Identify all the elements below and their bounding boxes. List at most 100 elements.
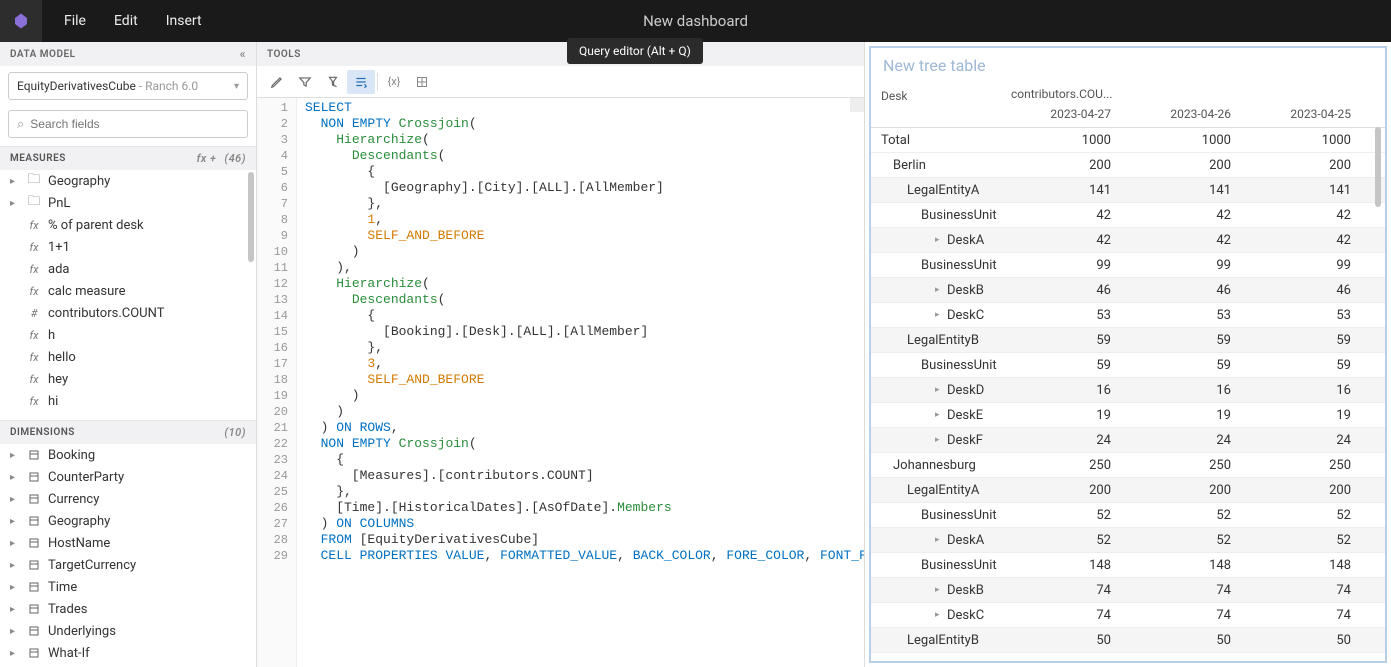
filter2-tool-icon[interactable] [319, 70, 347, 94]
fx-icon: fx [26, 373, 42, 386]
caret-icon: ▸ [10, 176, 20, 187]
caret-icon: ▸ [10, 626, 20, 637]
pivot-row[interactable]: ▸DeskA525252 [871, 528, 1385, 553]
pivot-row[interactable]: BusinessUnit525252 [871, 503, 1385, 528]
measure-item[interactable]: fxhello [0, 346, 256, 368]
pivot-row[interactable]: Berlin200200200 [871, 153, 1385, 178]
pivot-header: Desk contributors.COU... 2023-04-272023-… [871, 83, 1385, 128]
pivot-row[interactable]: ▸DeskF242424 [871, 428, 1385, 453]
cell-value: 52 [1121, 533, 1241, 548]
measure-item[interactable]: fxhey [0, 368, 256, 390]
row-label: BusinessUnit [871, 508, 1001, 523]
caret-icon: ▸ [10, 582, 20, 593]
pivot-row[interactable]: ▸DeskE191919 [871, 403, 1385, 428]
dimension-item[interactable]: ▸HostName [0, 532, 256, 554]
braces-tool-icon[interactable]: {x} [380, 70, 408, 94]
expand-caret-icon[interactable]: ▸ [935, 585, 943, 595]
expand-caret-icon[interactable]: ▸ [935, 535, 943, 545]
expand-caret-icon[interactable]: ▸ [935, 310, 943, 320]
dimension-item[interactable]: ▸Time [0, 576, 256, 598]
dimension-item[interactable]: ▸Booking [0, 444, 256, 466]
expand-caret-icon[interactable]: ▸ [935, 610, 943, 620]
dimension-item[interactable]: ▸TargetCurrency [0, 554, 256, 576]
fx-add-icon[interactable]: fx + [197, 152, 217, 165]
measure-item[interactable]: #contributors.COUNT [0, 302, 256, 324]
dimension-item[interactable]: ▸Geography [0, 510, 256, 532]
pivot-row[interactable]: ▸DeskB747474 [871, 578, 1385, 603]
cell-value: 59 [1121, 358, 1241, 373]
pivot-row[interactable]: LegalEntityA200200200 [871, 478, 1385, 503]
pivot-row[interactable]: LegalEntityB505050 [871, 628, 1385, 653]
pivot-row[interactable]: BusinessUnit148148148 [871, 553, 1385, 578]
pivot-row[interactable]: Total100010001000 [871, 128, 1385, 153]
pivot-row[interactable]: ▸DeskA424242 [871, 228, 1385, 253]
cell-value: 59 [1241, 358, 1361, 373]
measure-item[interactable]: fxhi [0, 390, 256, 412]
query-editor-tool-icon[interactable] [347, 70, 375, 94]
item-label: Trades [48, 602, 87, 617]
pivot-row[interactable]: ▸DeskD161616 [871, 378, 1385, 403]
cube-selector[interactable]: EquityDerivativesCube - Ranch 6.0 ▾ [8, 72, 248, 100]
grid-tool-icon[interactable] [408, 70, 436, 94]
pivot-row[interactable]: ▸DeskC747474 [871, 603, 1385, 628]
edit-tool-icon[interactable] [263, 70, 291, 94]
pivot-row[interactable]: LegalEntityB595959 [871, 328, 1385, 353]
cell-value: 46 [1121, 283, 1241, 298]
cell-value: 200 [1121, 483, 1241, 498]
pivot-scrollbar[interactable] [1375, 127, 1381, 207]
measure-item[interactable]: ▸🗀PnL [0, 192, 256, 214]
measures-header: MEASURES fx + (46) [0, 146, 256, 170]
expand-caret-icon[interactable]: ▸ [935, 385, 943, 395]
pivot-row[interactable]: BusinessUnit595959 [871, 353, 1385, 378]
date-column-header: 2023-04-25 [1241, 103, 1361, 127]
menu-file[interactable]: File [64, 13, 86, 29]
measure-item[interactable]: fxh [0, 324, 256, 346]
search-input[interactable] [30, 117, 239, 131]
dimension-item[interactable]: ▸Currency [0, 488, 256, 510]
expand-caret-icon[interactable]: ▸ [935, 435, 943, 445]
chevron-down-icon: ▾ [234, 81, 239, 92]
expand-caret-icon[interactable]: ▸ [935, 410, 943, 420]
dimension-icon [26, 537, 42, 549]
cell-value: 250 [1001, 458, 1121, 473]
pivot-row[interactable]: BusinessUnit999999 [871, 253, 1385, 278]
app-logo[interactable] [0, 0, 42, 42]
item-label: calc measure [48, 284, 126, 299]
cell-value: 42 [1121, 208, 1241, 223]
dimension-item[interactable]: ▸ Trades [0, 598, 256, 620]
dimension-item[interactable]: ▸Underlyings [0, 620, 256, 642]
dimension-item[interactable]: ▸What-If [0, 642, 256, 664]
pivot-row[interactable]: ▸DeskB464646 [871, 278, 1385, 303]
pivot-row[interactable]: BusinessUnit424242 [871, 203, 1385, 228]
dimension-icon [26, 559, 42, 571]
measure-item[interactable]: fx1+1 [0, 236, 256, 258]
cell-value: 200 [1001, 483, 1121, 498]
search-fields[interactable]: ⌕ [8, 110, 248, 138]
pivot-row[interactable]: Johannesburg250250250 [871, 453, 1385, 478]
measure-item[interactable]: fx% of parent desk [0, 214, 256, 236]
cell-value: 74 [1241, 608, 1361, 623]
row-label: Johannesburg [871, 458, 1001, 473]
pivot-row[interactable]: LegalEntityA141141141 [871, 178, 1385, 203]
measure-item[interactable]: ▸🗀Geography [0, 170, 256, 192]
code-area[interactable]: SELECT NON EMPTY Crossjoin( Hierarchize(… [297, 98, 864, 667]
menu-edit[interactable]: Edit [114, 13, 138, 29]
expand-caret-icon[interactable]: ▸ [935, 285, 943, 295]
row-label: ▸DeskA [871, 533, 1001, 548]
measure-item[interactable]: fxcalc measure [0, 280, 256, 302]
tree-table-widget[interactable]: New tree table Desk contributors.COU... … [869, 46, 1387, 663]
cell-value: 24 [1241, 433, 1361, 448]
caret-icon: ▸ [10, 604, 20, 615]
dimension-item[interactable]: ▸CounterParty [0, 466, 256, 488]
menu-insert[interactable]: Insert [166, 13, 202, 29]
collapse-left-icon[interactable]: « [240, 47, 246, 61]
pivot-row[interactable]: ▸DeskC535353 [871, 303, 1385, 328]
fx-icon: fx [26, 351, 42, 364]
measure-item[interactable]: fxada [0, 258, 256, 280]
query-editor[interactable]: 1234567891011121314151617181920212223242… [257, 98, 864, 667]
row-label: Berlin [871, 158, 1001, 173]
expand-caret-icon[interactable]: ▸ [935, 235, 943, 245]
pivot-body[interactable]: Total100010001000Berlin200200200LegalEnt… [871, 128, 1385, 653]
row-label: ▸DeskC [871, 308, 1001, 323]
filter-tool-icon[interactable] [291, 70, 319, 94]
